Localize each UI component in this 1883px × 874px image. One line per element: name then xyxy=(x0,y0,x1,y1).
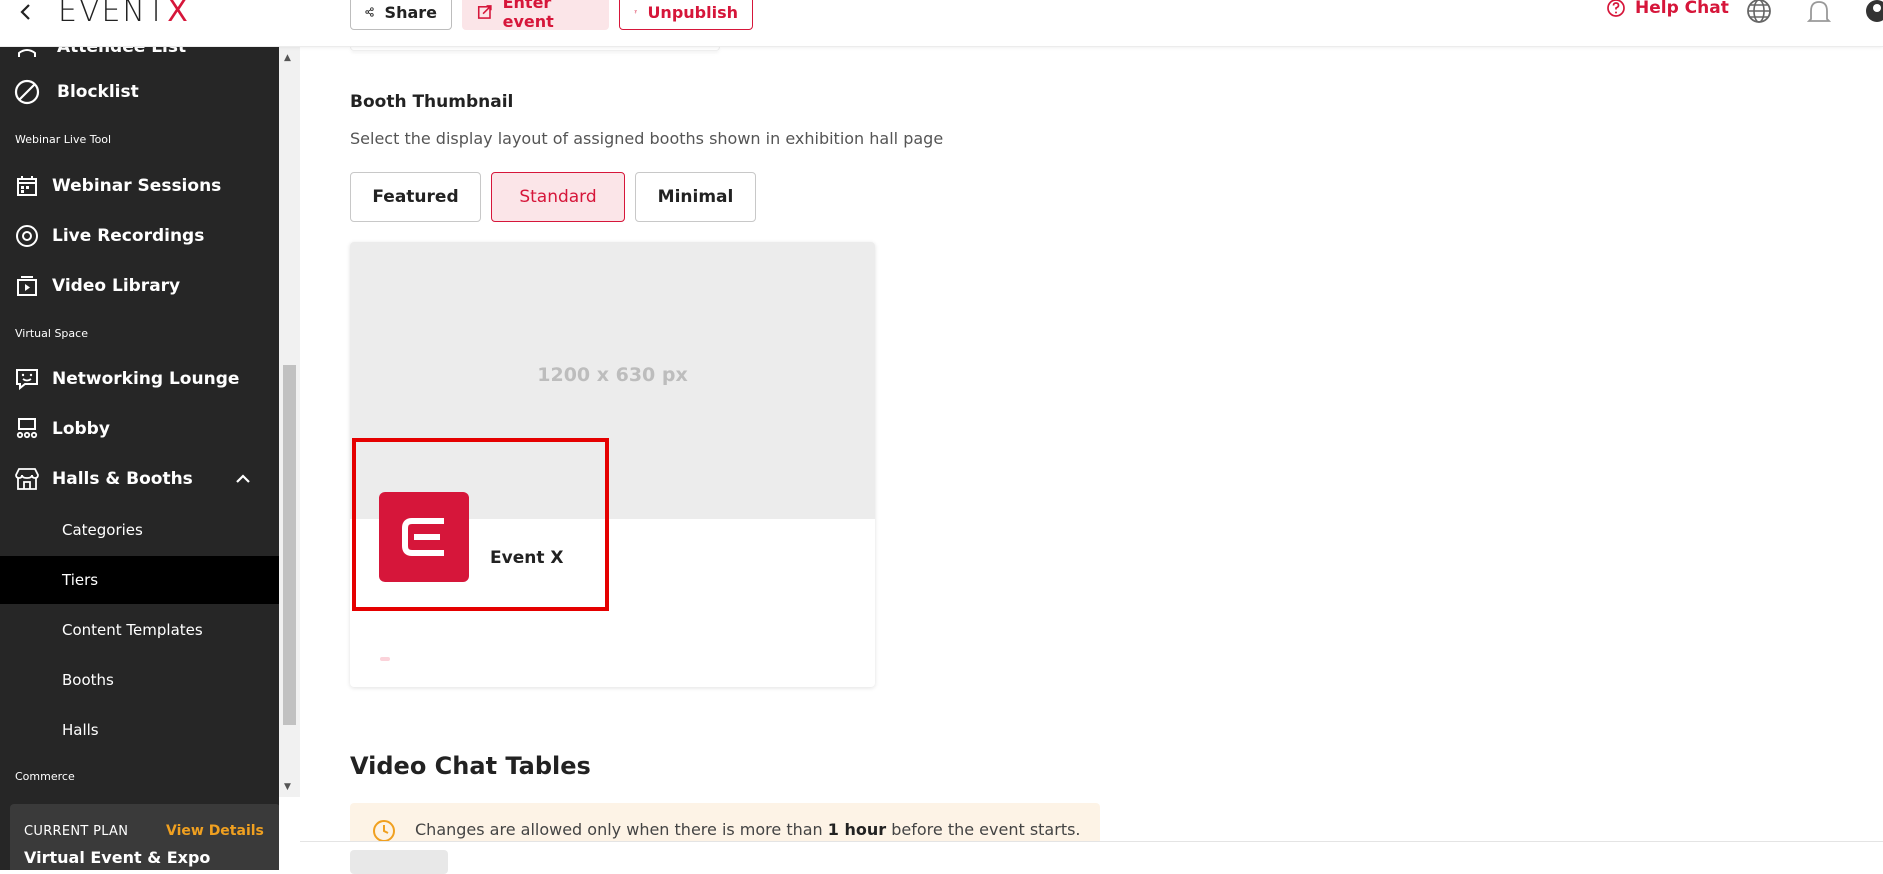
block-icon xyxy=(13,78,41,106)
current-plan-label: CURRENT PLAN xyxy=(24,824,129,839)
layout-option-standard[interactable]: Standard xyxy=(491,172,625,222)
sidebar-subitem-label: Tiers xyxy=(62,571,99,589)
layout-option-featured[interactable]: Featured xyxy=(350,172,481,222)
share-icon xyxy=(365,7,374,17)
enter-event-button[interactable]: Enter event xyxy=(462,0,609,31)
notice-text-pre: Changes are allowed only when there is m… xyxy=(415,820,828,839)
share-button[interactable]: Share xyxy=(350,0,452,30)
booth-thumbnail-description: Select the display layout of assigned bo… xyxy=(350,129,944,148)
current-plan-box: CURRENT PLAN View Details Virtual Event … xyxy=(10,804,279,870)
help-chat-label: Help Chat xyxy=(1635,0,1729,18)
view-details-link[interactable]: View Details xyxy=(166,823,264,839)
sidebar-subitem-categories[interactable]: Categories xyxy=(0,506,279,554)
sidebar-subitem-label: Content Templates xyxy=(62,621,203,639)
share-label: Share xyxy=(384,2,437,22)
upload-arrow-icon xyxy=(634,10,638,14)
account-avatar-icon[interactable] xyxy=(1864,0,1883,30)
sidebar-item-label: Networking Lounge xyxy=(52,369,240,389)
notice-text-post: before the event starts. xyxy=(886,820,1081,839)
sidebar-item-networking-lounge[interactable]: Networking Lounge xyxy=(0,355,279,403)
bell-icon[interactable] xyxy=(1806,0,1832,30)
sidebar-subitem-label: Booths xyxy=(62,671,114,689)
layout-option-label: Minimal xyxy=(657,187,734,207)
logo-text: EVENT xyxy=(58,0,168,29)
eventx-logo[interactable]: EVENTX xyxy=(58,0,190,29)
logo-accent: X xyxy=(167,0,190,29)
sidebar-item-blocklist[interactable]: Blocklist xyxy=(0,68,279,116)
scroll-down-arrow-icon[interactable]: ▼ xyxy=(284,782,291,792)
booth-thumbnail-title: Booth Thumbnail xyxy=(350,92,514,112)
unpublish-button[interactable]: Unpublish xyxy=(619,0,753,30)
sidebar-section-commerce: Commerce xyxy=(15,770,75,783)
chat-smile-icon xyxy=(13,365,41,393)
layout-option-label: Featured xyxy=(372,187,459,207)
sidebar-subitem-booths[interactable]: Booths xyxy=(0,656,279,704)
top-header: EVENTX Share Enter event Unpublish Help … xyxy=(0,0,1883,47)
sidebar-item-label: Lobby xyxy=(52,419,110,439)
preview-size-label: 1200 x 630 px xyxy=(537,363,688,386)
sidebar-subitem-halls[interactable]: Halls xyxy=(0,706,279,754)
lobby-icon xyxy=(13,415,41,443)
sidebar-scrollbar[interactable]: ▲ ▼ xyxy=(279,47,300,797)
sidebar-item-label: Blocklist xyxy=(57,82,139,102)
scroll-up-arrow-icon[interactable]: ▲ xyxy=(284,53,291,63)
store-icon xyxy=(13,465,41,493)
sidebar: Attendee List Blocklist Webinar Live Too… xyxy=(0,47,279,870)
sidebar-item-video-library[interactable]: Video Library xyxy=(0,262,279,310)
sidebar-item-label: Live Recordings xyxy=(52,226,205,246)
video-library-icon xyxy=(13,272,41,300)
record-icon xyxy=(13,222,41,250)
video-chat-tables-title: Video Chat Tables xyxy=(350,752,591,780)
bottom-action-bar xyxy=(300,841,1883,874)
help-circle-icon xyxy=(1607,0,1625,17)
highlight-box xyxy=(352,438,609,611)
sidebar-section-webinar: Webinar Live Tool xyxy=(15,133,112,146)
chevron-up-icon[interactable] xyxy=(235,469,251,488)
calendar-icon xyxy=(13,172,41,200)
users-icon xyxy=(13,47,41,61)
layout-option-label: Standard xyxy=(519,187,597,207)
sidebar-item-lobby[interactable]: Lobby xyxy=(0,405,279,453)
sidebar-item-label: Webinar Sessions xyxy=(52,176,222,196)
external-link-icon xyxy=(477,5,492,19)
sidebar-subitem-tiers[interactable]: Tiers xyxy=(0,556,279,604)
sidebar-item-halls-booths[interactable]: Halls & Booths xyxy=(0,455,279,503)
sidebar-item-label: Attendee List xyxy=(57,47,187,57)
globe-icon[interactable] xyxy=(1746,0,1772,30)
previous-card-edge xyxy=(350,47,720,51)
sidebar-item-live-recordings[interactable]: Live Recordings xyxy=(0,212,279,260)
enter-event-label: Enter event xyxy=(502,0,554,31)
save-button[interactable] xyxy=(350,850,448,874)
scrollbar-thumb[interactable] xyxy=(283,365,296,725)
sidebar-subitem-label: Categories xyxy=(62,521,143,539)
sidebar-subitem-content-templates[interactable]: Content Templates xyxy=(0,606,279,654)
notice-text-bold: 1 hour xyxy=(827,820,887,839)
sidebar-section-virtual: Virtual Space xyxy=(15,327,88,340)
main-content: Booth Thumbnail Select the display layou… xyxy=(300,47,1883,874)
sidebar-item-webinar-sessions[interactable]: Webinar Sessions xyxy=(0,162,279,210)
sidebar-subitem-label: Halls xyxy=(62,721,99,739)
plan-name: Virtual Event & Expo xyxy=(24,848,211,867)
notice-text: Changes are allowed only when there is m… xyxy=(415,820,1081,839)
tier-badge xyxy=(380,657,390,661)
sidebar-item-label: Video Library xyxy=(52,276,181,296)
booth-preview-card: 1200 x 630 px Event X xyxy=(350,242,875,687)
unpublish-label: Unpublish xyxy=(647,2,738,22)
back-arrow-icon[interactable] xyxy=(14,0,38,24)
help-chat-button[interactable]: Help Chat xyxy=(1606,0,1729,18)
sidebar-item-label: Halls & Booths xyxy=(52,469,193,489)
layout-option-minimal[interactable]: Minimal xyxy=(635,172,756,222)
